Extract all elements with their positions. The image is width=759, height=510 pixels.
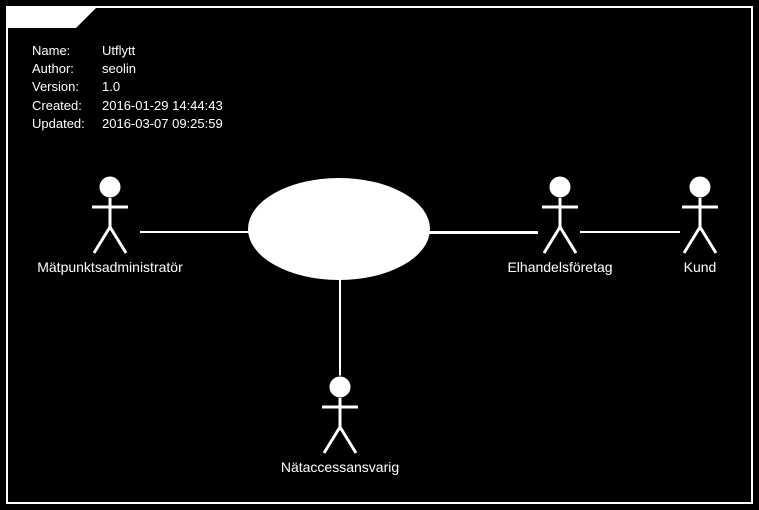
meta-author-label: Author: [32,60,102,78]
actor-kund-label: Kund [665,259,735,275]
actor-icon [678,175,722,255]
meta-created-label: Created: [32,97,102,115]
meta-author-value: seolin [102,60,136,78]
assoc-bottom [339,277,341,377]
diagram-tab [6,6,76,28]
meta-version-label: Version: [32,78,102,96]
actor-matpunkts: Mätpunktsadministratör [20,175,200,275]
meta-name-label: Name: [32,42,102,60]
meta-updated: Updated: 2016-03-07 09:25:59 [32,115,223,133]
actor-elhandels-label: Elhandelsföretag [485,259,635,275]
actor-matpunkts-label: Mätpunktsadministratör [20,259,200,275]
actor-kund: Kund [665,175,735,275]
actor-nataccess-label: Nätaccessansvarig [260,459,420,475]
usecase-oval [248,178,430,280]
meta-updated-label: Updated: [32,115,102,133]
actor-icon [538,175,582,255]
actor-nataccess: Nätaccessansvarig [260,375,420,475]
actor-elhandels: Elhandelsföretag [485,175,635,275]
meta-name: Name: Utflytt [32,42,223,60]
meta-created-value: 2016-01-29 14:44:43 [102,97,223,115]
meta-created: Created: 2016-01-29 14:44:43 [32,97,223,115]
meta-updated-value: 2016-03-07 09:25:59 [102,115,223,133]
meta-name-value: Utflytt [102,42,135,60]
metadata-block: Name: Utflytt Author: seolin Version: 1.… [32,42,223,133]
meta-author: Author: seolin [32,60,223,78]
actor-icon [88,175,132,255]
actor-icon [318,375,362,455]
meta-version-value: 1.0 [102,78,120,96]
meta-version: Version: 1.0 [32,78,223,96]
